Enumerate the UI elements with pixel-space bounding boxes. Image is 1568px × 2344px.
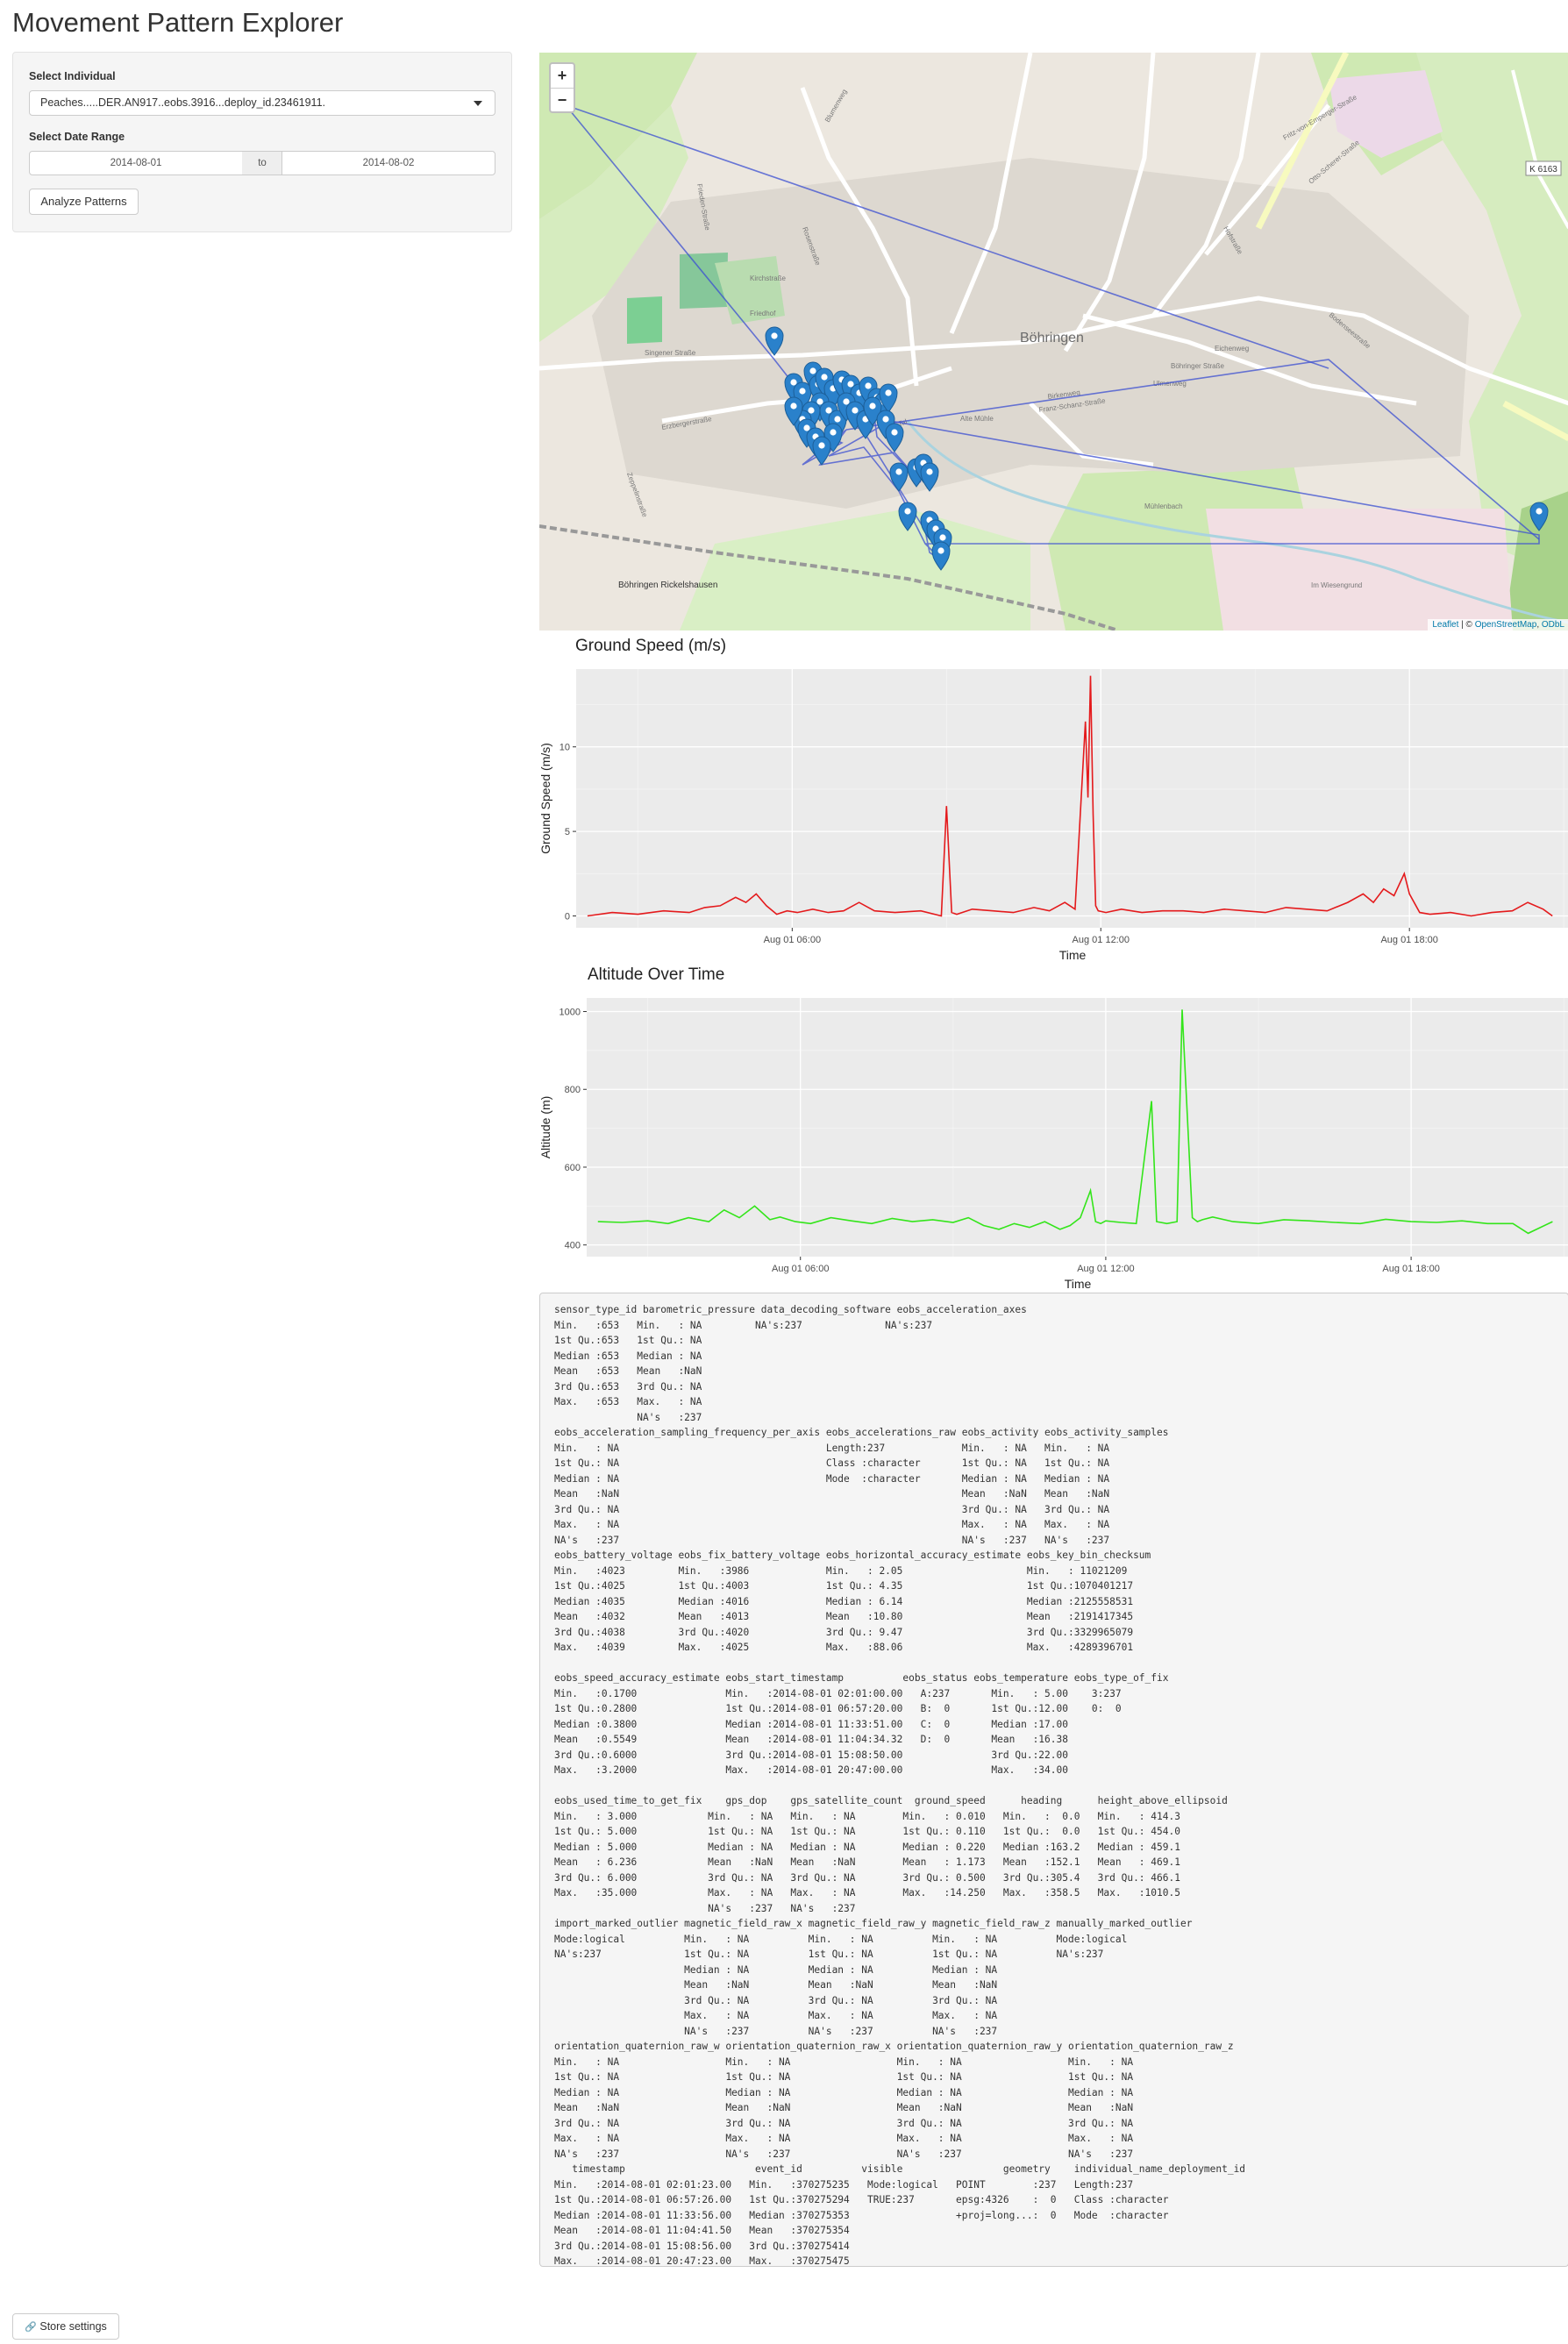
store-settings-label: Store settings [39, 2320, 107, 2333]
zoom-out-button[interactable]: − [551, 89, 574, 112]
industrial-area [1206, 509, 1513, 631]
ground-speed-chart: Ground Speed (m/s) 0 5 10 Aug 01 06:00 Aug 01… [539, 637, 1568, 962]
chart-title: Ground Speed (m/s) [575, 637, 726, 655]
street-label: Böhringer Straße [1171, 362, 1224, 370]
odbl-link[interactable]: ODbL [1542, 620, 1564, 630]
analyze-patterns-button[interactable]: Analyze Patterns [29, 189, 139, 215]
summary-text: sensor_type_id barometric_pressure data_… [554, 1304, 1246, 2267]
date-range-input: 2014-08-01 to 2014-08-02 [29, 151, 495, 175]
street-label: Friedhof [750, 310, 776, 317]
street-label: Eichenweg [1215, 345, 1249, 353]
plot-panel [587, 998, 1568, 1257]
y-axis-label: Ground Speed (m/s) [539, 743, 552, 854]
y-axis-label: Altitude (m) [539, 1096, 552, 1159]
osm-link[interactable]: OpenStreetMap [1475, 620, 1537, 630]
x-tick-label: Aug 01 18:00 [1382, 1264, 1439, 1274]
street-label: Im Wiesengrund [1311, 581, 1362, 589]
individual-select[interactable]: Peaches.....DER.AN917..eobs.3916...deplo… [29, 90, 495, 116]
leaflet-map[interactable]: K 6163 Böhringen Böhringen Rickelshausen… [539, 53, 1568, 631]
store-settings-button[interactable]: 🔗 Store settings [12, 2313, 119, 2340]
y-tick-label: 1000 [559, 1008, 581, 1018]
y-tick-label: 10 [559, 743, 570, 753]
date-end-input[interactable]: 2014-08-02 [282, 151, 495, 175]
y-tick-label: 0 [565, 912, 570, 923]
x-tick-label: Aug 01 06:00 [772, 1264, 829, 1274]
x-axis-label: Time [1059, 948, 1087, 962]
street-label: Alte Mühle [960, 415, 994, 423]
sidebar-panel: Select Individual Peaches.....DER.AN917.… [12, 52, 512, 232]
street-label: Mühlenbach [1144, 502, 1183, 510]
individual-select-value: Peaches.....DER.AN917..eobs.3916...deplo… [40, 96, 325, 109]
plot-panel [576, 669, 1568, 928]
leaflet-link[interactable]: Leaflet [1432, 620, 1458, 630]
zoom-in-button[interactable]: + [551, 64, 574, 89]
date-start-input[interactable]: 2014-08-01 [29, 151, 243, 175]
street-label: Kirchstraße [750, 274, 786, 282]
x-tick-label: Aug 01 12:00 [1077, 1264, 1134, 1274]
street-label: Singener Straße [645, 349, 696, 357]
select-date-range-label: Select Date Range [29, 131, 125, 143]
map-attribution: Leaflet | © OpenStreetMap, ODbL [1428, 619, 1568, 631]
y-tick-label: 400 [565, 1241, 581, 1251]
date-range-separator: to [242, 151, 282, 175]
chart-title: Altitude Over Time [588, 965, 724, 984]
sports-field [627, 296, 662, 344]
app-title: Movement Pattern Explorer [12, 7, 344, 38]
x-tick-label: Aug 01 18:00 [1380, 935, 1437, 945]
attribution-separator: | © [1458, 620, 1475, 630]
map-tiles[interactable]: K 6163 Böhringen Böhringen Rickelshausen… [539, 53, 1568, 631]
altitude-chart: Altitude Over Time 400 600 800 1000 Aug 01 06… [539, 965, 1568, 1291]
y-tick-label: 800 [565, 1085, 581, 1095]
station-label: Böhringen Rickelshausen [618, 581, 717, 590]
road-label-k6163: K 6163 [1529, 165, 1557, 175]
x-tick-label: Aug 01 06:00 [764, 935, 821, 945]
x-axis-label: Time [1065, 1277, 1092, 1291]
zoom-control: + − [549, 62, 575, 113]
select-individual-label: Select Individual [29, 70, 116, 82]
town-label: Böhringen [1020, 331, 1084, 346]
y-tick-label: 5 [565, 827, 570, 837]
x-tick-label: Aug 01 12:00 [1073, 935, 1130, 945]
summary-output: sensor_type_id barometric_pressure data_… [539, 1293, 1568, 2267]
chevron-down-icon [474, 101, 482, 106]
link-icon: 🔗 [25, 2322, 37, 2333]
y-tick-label: 600 [565, 1163, 581, 1173]
